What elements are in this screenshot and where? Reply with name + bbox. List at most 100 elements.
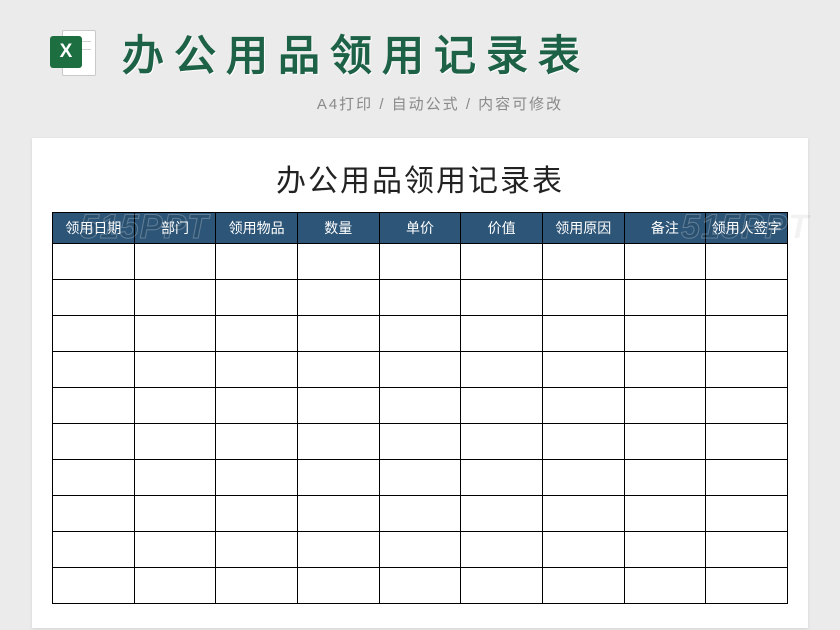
excel-icon-letter: X [50,36,82,68]
page-header: X 办公用品领用记录表 [0,0,840,91]
table-cell [134,316,216,352]
table-cell [216,496,298,532]
table-cell [624,388,706,424]
table-cell [379,532,461,568]
table-cell [134,460,216,496]
table-cell [297,424,379,460]
table-cell [379,568,461,604]
table-cell [216,244,298,280]
table-cell [297,244,379,280]
table-cell [379,388,461,424]
record-table: 领用日期 部门 领用物品 数量 单价 价值 领用原因 备注 领用人签字 [52,212,788,604]
col-header: 领用日期 [53,213,135,244]
table-cell [461,532,543,568]
table-cell [216,316,298,352]
table-cell [53,424,135,460]
table-cell [297,460,379,496]
page-subtitle: A4打印 / 自动公式 / 内容可修改 [40,93,840,114]
table-cell [134,244,216,280]
table-cell [216,568,298,604]
table-row [53,352,788,388]
col-header: 价值 [461,213,543,244]
table-cell [134,424,216,460]
table-row [53,388,788,424]
table-cell [461,388,543,424]
table-cell [297,280,379,316]
table-cell [379,316,461,352]
table-cell [134,496,216,532]
table-cell [624,568,706,604]
table-cell [542,316,624,352]
table-cell [706,460,788,496]
table-cell [134,352,216,388]
table-cell [297,568,379,604]
table-cell [53,280,135,316]
table-cell [379,244,461,280]
table-cell [53,316,135,352]
spreadsheet-preview: 办公用品领用记录表 领用日期 部门 领用物品 数量 单价 价值 领用原因 备注 … [32,138,808,628]
table-cell [706,532,788,568]
page-title: 办公用品领用记录表 [122,22,590,83]
table-cell [624,496,706,532]
table-cell [542,280,624,316]
table-cell [542,460,624,496]
table-cell [216,532,298,568]
table-cell [297,352,379,388]
table-row [53,532,788,568]
table-row [53,460,788,496]
col-header: 备注 [624,213,706,244]
table-cell [53,244,135,280]
table-cell [706,352,788,388]
table-cell [461,280,543,316]
table-cell [542,568,624,604]
table-cell [53,388,135,424]
table-cell [706,388,788,424]
table-cell [134,568,216,604]
table-cell [542,496,624,532]
table-row [53,424,788,460]
table-cell [297,496,379,532]
table-cell [297,316,379,352]
table-cell [706,280,788,316]
table-cell [624,424,706,460]
table-cell [216,388,298,424]
table-cell [706,424,788,460]
table-cell [379,424,461,460]
table-cell [53,352,135,388]
table-cell [216,460,298,496]
col-header: 领用原因 [542,213,624,244]
table-cell [461,424,543,460]
table-cell [542,244,624,280]
table-cell [379,460,461,496]
table-row [53,280,788,316]
table-header-row: 领用日期 部门 领用物品 数量 单价 价值 领用原因 备注 领用人签字 [53,213,788,244]
table-cell [216,280,298,316]
table-cell [706,316,788,352]
table-cell [624,316,706,352]
table-cell [297,532,379,568]
table-cell [134,532,216,568]
table-cell [461,244,543,280]
table-row [53,244,788,280]
table-cell [542,352,624,388]
table-cell [461,496,543,532]
col-header: 部门 [134,213,216,244]
table-row [53,496,788,532]
table-cell [379,496,461,532]
table-row [53,316,788,352]
table-row [53,568,788,604]
table-cell [624,352,706,388]
col-header: 数量 [297,213,379,244]
table-cell [624,280,706,316]
table-cell [134,388,216,424]
table-cell [461,352,543,388]
table-cell [216,424,298,460]
table-cell [542,388,624,424]
table-cell [461,316,543,352]
table-cell [134,280,216,316]
table-cell [461,460,543,496]
table-cell [461,568,543,604]
table-cell [53,496,135,532]
table-cell [216,352,298,388]
col-header: 单价 [379,213,461,244]
